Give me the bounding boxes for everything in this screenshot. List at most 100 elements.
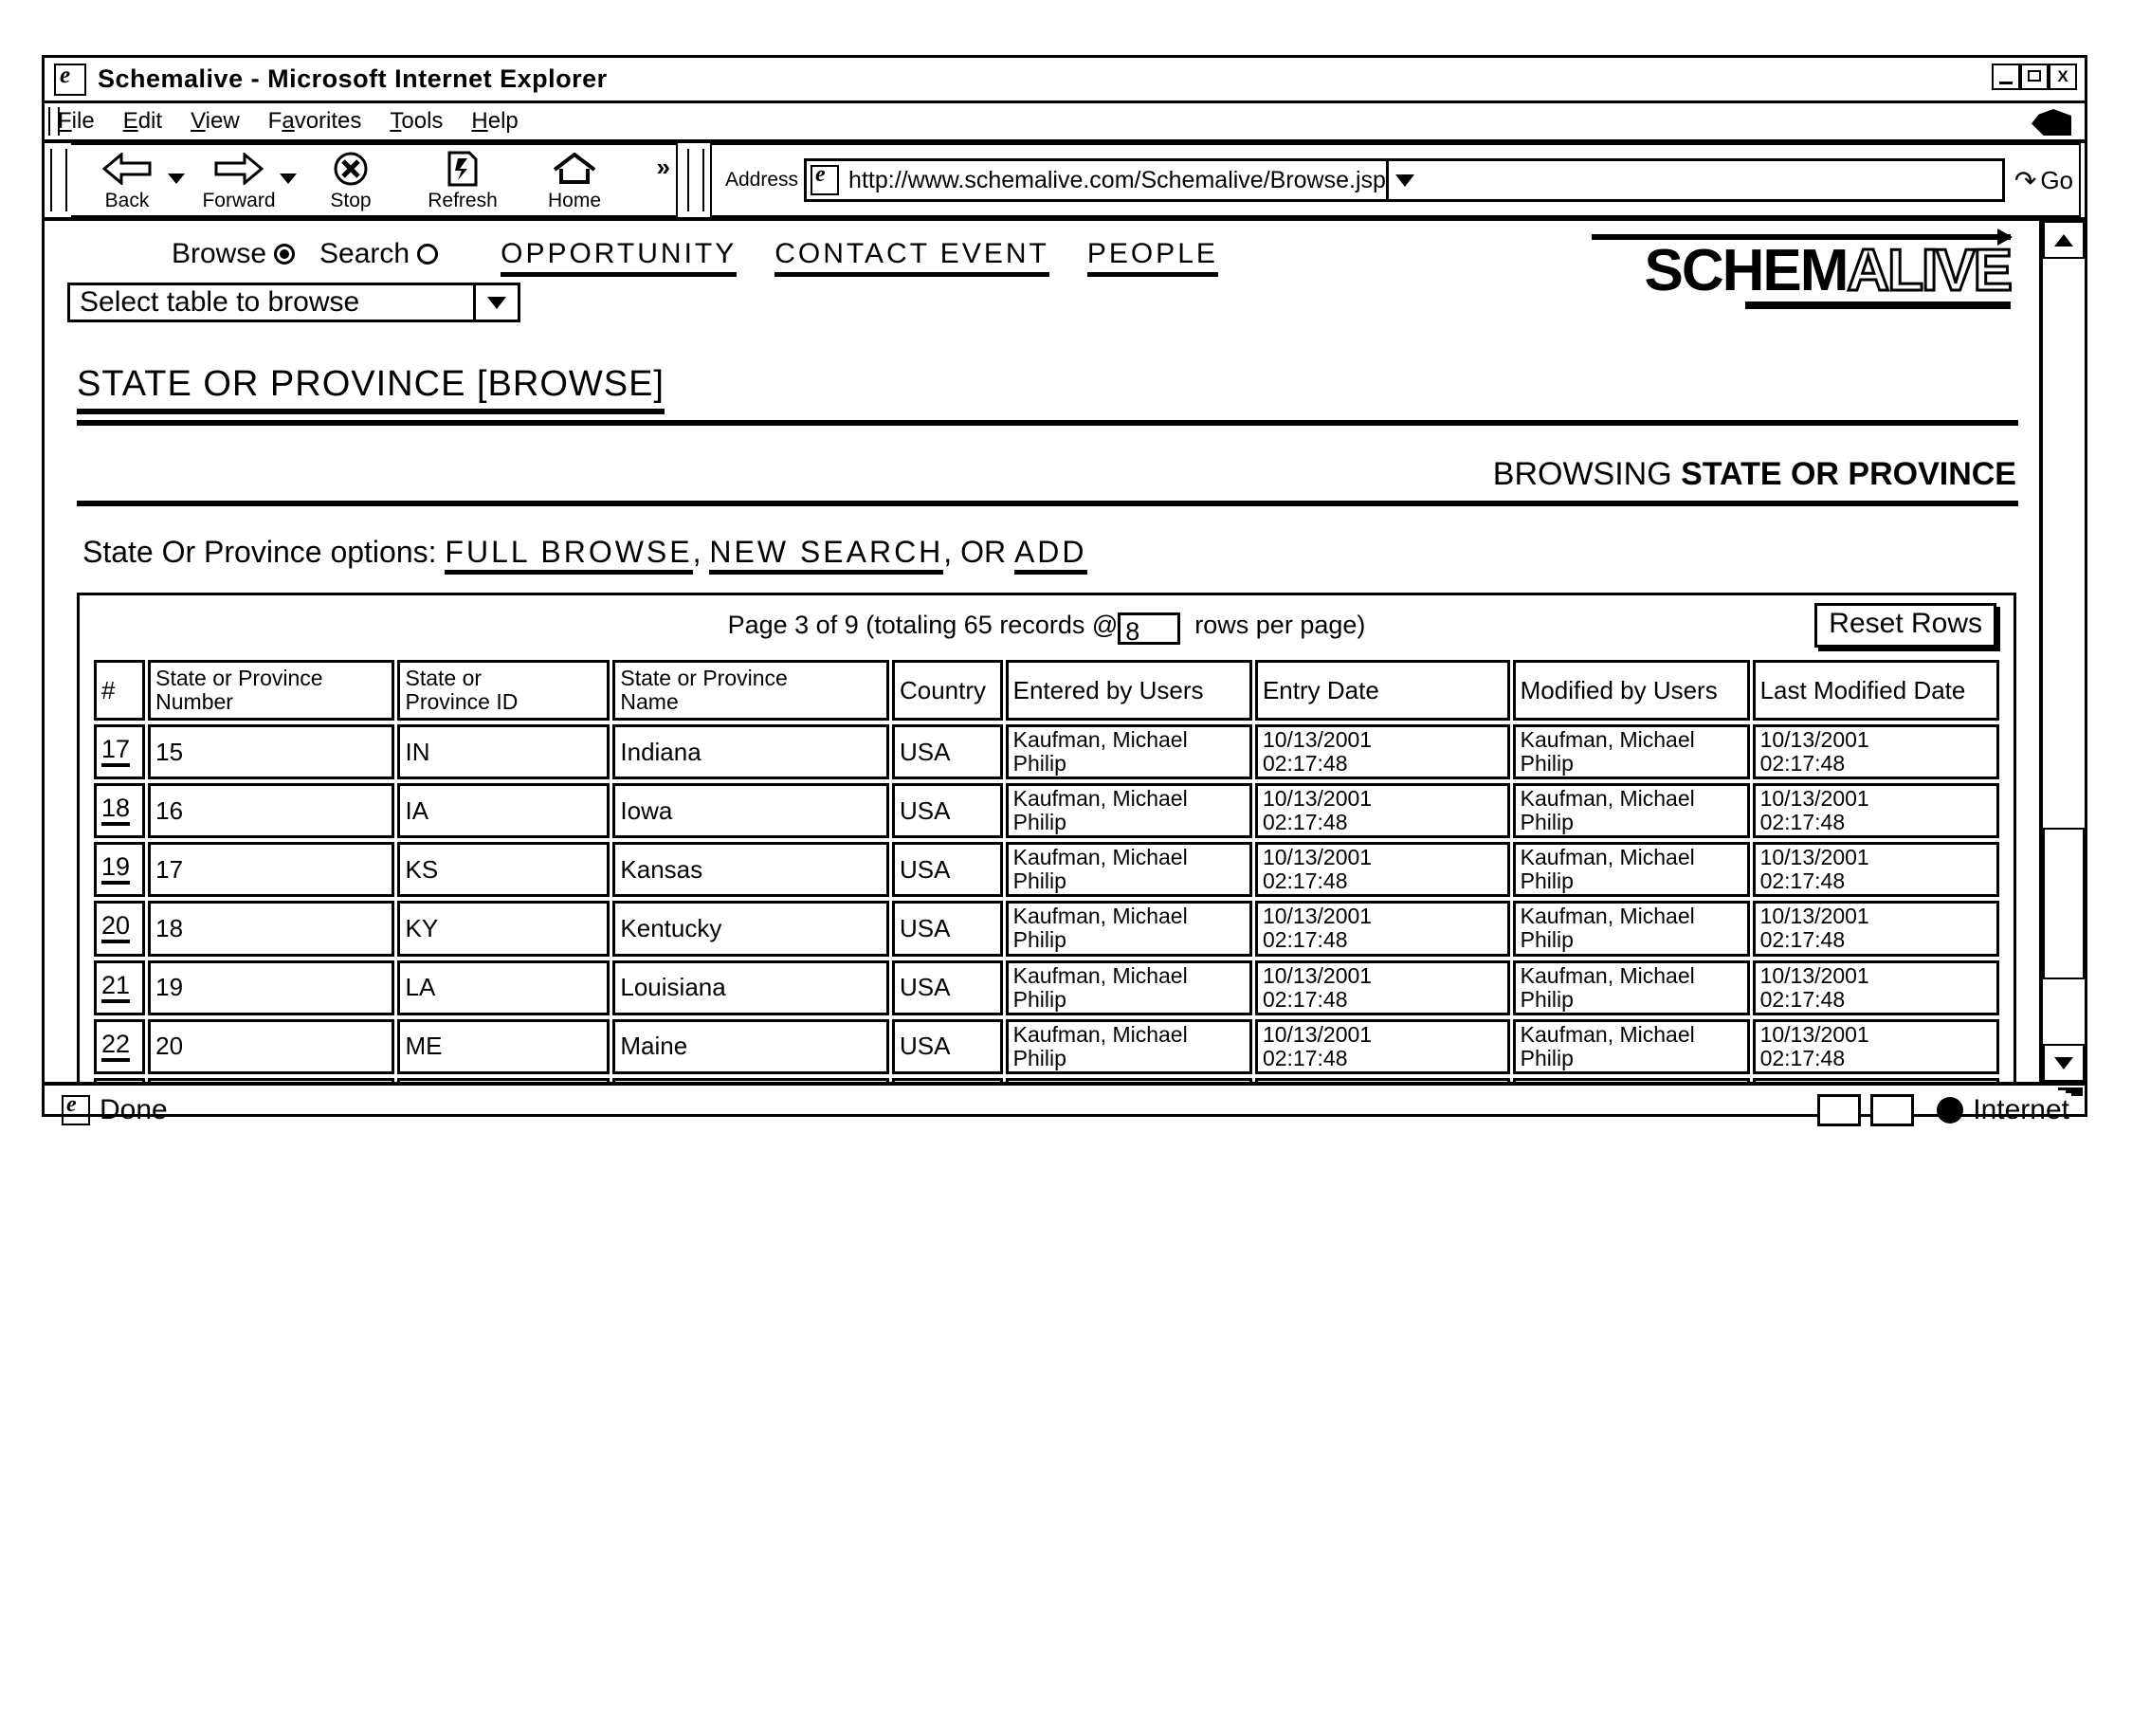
minimize-button[interactable] [1992,64,2020,90]
results-table: # State or Province Number State or Provin… [91,656,2002,1082]
row-index-link[interactable]: 22 [94,1018,146,1074]
ie-logo-icon [54,62,86,96]
menu-edit[interactable]: Edit [123,108,162,135]
cell-entry-date: 10/13/2001 02:17:48 [1254,783,1510,839]
stop-button[interactable]: Stop [295,151,407,210]
cell-province-number: 19 [148,959,395,1015]
cell-entered-by: Kaufman, MichaelPhilip [1005,724,1252,780]
address-bar-grip[interactable] [687,149,704,211]
toolbar-grip[interactable] [50,149,67,211]
cell-entered-by: Kaufman, MichaelPhilip [1005,842,1252,898]
search-radio[interactable] [417,244,439,265]
home-button[interactable]: Home [519,151,630,210]
column-header-num[interactable]: # [94,660,146,721]
option-link-full-browse[interactable]: FULL BROWSE [445,535,693,575]
page-icon [811,161,840,195]
row-index-link[interactable]: 18 [94,783,146,839]
title-divider [77,420,2018,426]
cell-province-number: 15 [148,724,395,780]
refresh-button[interactable]: Refresh [407,151,519,210]
status-bar: Done Internet [45,1082,2085,1135]
address-bar: Address http://www.schemalive.com/Schema… [710,143,2081,217]
cell-country: USA [891,959,1003,1015]
cell-province-id: IN [397,724,610,780]
row-index-link[interactable]: 19 [94,842,146,898]
cell-province-name: Kentucky [612,901,889,957]
scroll-down-button[interactable] [2043,1044,2085,1082]
menu-tools[interactable]: Tools [390,108,443,135]
cell-entered-by: Kaufman, MichaelPhilip [1005,783,1252,839]
go-arrow-icon: ↷ [2014,165,2037,195]
scrollbar-thumb[interactable] [2043,828,2085,979]
option-link-new-search[interactable]: NEW SEARCH [709,535,944,575]
status-page-icon [62,1091,90,1125]
reset-rows-button[interactable]: Reset Rows [1814,603,1996,648]
table-select[interactable]: Select table to browse [67,283,520,322]
option-link-add[interactable]: ADD [1013,535,1087,575]
address-dropdown-button[interactable] [1385,161,1421,199]
rows-per-page-input[interactable]: 8 [1118,612,1181,646]
toolbar-overflow-icon[interactable]: » [657,153,670,182]
column-header-country[interactable]: Country [891,660,1003,721]
menu-bar: File Edit View Favorites Tools Help [45,103,2085,143]
row-index-link[interactable]: 17 [94,724,146,780]
window-resize-grip[interactable] [2058,1087,2083,1112]
browsing-indicator: BROWSING STATE OR PROVINCE [67,456,2016,493]
browse-radio[interactable] [274,244,296,265]
column-header-province-number[interactable]: State or Province Number [148,660,395,721]
address-input[interactable]: http://www.schemalive.com/Schemalive/Bro… [804,158,2005,202]
nav-link-people[interactable]: PEOPLE [1086,238,1218,277]
nav-link-opportunity[interactable]: OPPORTUNITY [501,238,738,277]
forward-label: Forward [202,189,276,211]
cell-province-name: Maine [612,1018,889,1074]
table-row: 17 15 IN Indiana USA Kaufman, Michael Philip 10… [94,724,1999,780]
cell-country: USA [891,783,1003,839]
cell-entered-by: Kaufman, MichaelPhilip [1005,901,1252,957]
refresh-label: Refresh [428,189,498,211]
menu-help[interactable]: Help [471,108,518,135]
window-title: Schemalive - Microsoft Internet Explorer [98,64,608,93]
cell-modified-by: Kaufman, MichaelPhilip [1512,901,1750,957]
column-header-last-modified-date[interactable]: Last Modified Date [1752,660,1999,721]
menu-file[interactable]: File [58,108,95,135]
back-label: Back [104,189,150,211]
column-header-entry-date[interactable]: Entry Date [1254,660,1510,721]
cell-entered-by: Kaufman, MichaelPhilip [1005,959,1252,1015]
column-header-province-id[interactable]: State or Province ID [397,660,610,721]
cell-entered-by: Kaufman, MichaelPhilip [1005,1018,1252,1074]
maximize-button[interactable] [2020,64,2049,90]
cell-province-number: 17 [148,842,395,898]
cell-entry-date: 10/13/2001 02:17:48 [1254,901,1510,957]
menu-favorites[interactable]: Favorites [268,108,362,135]
row-index-link[interactable]: 21 [94,959,146,1015]
window-controls: X [1992,64,2077,90]
close-button[interactable]: X [2049,64,2077,90]
cell-province-number: 16 [148,783,395,839]
search-mode-label: Search [319,238,410,269]
browse-mode-label: Browse [172,238,267,269]
column-header-entered-by[interactable]: Entered by Users [1005,660,1252,721]
stop-label: Stop [330,189,372,211]
table-select-arrow[interactable] [473,285,518,320]
results-table-head: # State or Province Number State or Provin… [94,660,1999,721]
scrollbar-track[interactable] [2043,259,2085,1044]
scroll-up-button[interactable] [2043,221,2085,259]
cell-province-id: IA [397,783,610,839]
nav-link-contact-event[interactable]: CONTACT EVENT [774,238,1049,277]
row-index-link[interactable]: 20 [94,901,146,957]
cell-province-number: 18 [148,901,395,957]
chevron-down-icon [2054,1056,2073,1069]
vertical-scrollbar[interactable] [2041,221,2085,1082]
cell-modified-by: Kaufman, MichaelPhilip [1512,1018,1750,1074]
back-button[interactable]: Back [71,151,185,211]
forward-button[interactable]: Forward [183,151,297,211]
go-button[interactable]: ↷ Go [2014,165,2073,196]
navigation-toolbar: Back Forward Stop Refresh Home » Address… [45,143,2085,221]
cell-country: USA [891,901,1003,957]
cell-country: USA [891,842,1003,898]
column-header-modified-by[interactable]: Modified by Users [1512,660,1750,721]
column-header-province-name[interactable]: State or Province Name [612,660,889,721]
menu-view[interactable]: View [191,108,240,135]
go-label: Go [2040,165,2073,194]
options-label: State Or Province options: [82,535,446,569]
